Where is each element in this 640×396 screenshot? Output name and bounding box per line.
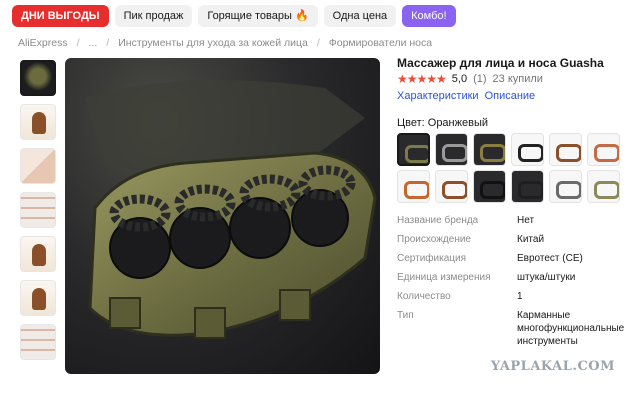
tab-benefit-days[interactable]: ДНИ ВЫГОДЫ <box>12 5 109 27</box>
description-link[interactable]: Описание <box>485 90 536 102</box>
rating-row: ★★★★★ 5,0 (1) 23 купили <box>397 72 543 86</box>
star-rating-icon: ★★★★★ <box>397 72 447 86</box>
color-swatch[interactable] <box>397 170 430 203</box>
spec-key: Сертификация <box>397 253 466 264</box>
fire-icon: 🔥 <box>294 10 309 22</box>
spec-key: Количество <box>397 291 451 302</box>
color-swatch[interactable] <box>587 170 620 203</box>
spec-row: Происхождение Китай <box>397 233 637 246</box>
color-swatch[interactable] <box>549 133 582 166</box>
spec-value: 1 <box>517 291 523 302</box>
main-product-image[interactable] <box>65 58 380 374</box>
color-swatch[interactable] <box>435 170 468 203</box>
color-label: Цвет: Оранжевый <box>397 117 488 129</box>
color-swatch[interactable] <box>473 170 506 203</box>
watermark: YAPLAKAL.COM <box>490 359 615 374</box>
promo-tabs: ДНИ ВЫГОДЫ Пик продаж Горящие товары 🔥 О… <box>12 5 456 27</box>
color-swatches <box>397 133 627 203</box>
rating-value: 5,0 <box>451 73 468 85</box>
color-swatch[interactable] <box>397 133 430 166</box>
thumbnail-list <box>20 60 58 368</box>
color-swatch[interactable] <box>473 133 506 166</box>
thumbnail-7[interactable] <box>20 324 56 360</box>
thumbnail-6[interactable] <box>20 280 56 316</box>
reviews-count[interactable]: (1) <box>473 73 486 85</box>
color-swatch[interactable] <box>511 170 544 203</box>
breadcrumb: AliExpress / ... / Инструменты для ухода… <box>18 37 432 49</box>
tab-peak-sales[interactable]: Пик продаж <box>114 5 193 27</box>
product-title: Массажер для лица и носа Guasha <box>397 56 604 70</box>
thumbnail-1[interactable] <box>20 60 56 96</box>
spec-row: Единица измерения штука/штуки <box>397 271 637 284</box>
breadcrumb-separator: / <box>106 37 110 49</box>
breadcrumb-ellipsis[interactable]: ... <box>89 37 98 49</box>
spec-value: штука/штуки <box>517 272 576 283</box>
spec-key: Единица измерения <box>397 272 491 283</box>
breadcrumb-separator: / <box>76 37 80 49</box>
specs-link[interactable]: Характеристики <box>397 90 479 102</box>
color-swatch[interactable] <box>435 133 468 166</box>
sold-count: 23 купили <box>492 73 543 85</box>
spec-value: Карманные многофункциональные инструмент… <box>517 310 625 347</box>
breadcrumb-separator: / <box>316 37 320 49</box>
spec-key: Тип <box>397 310 414 321</box>
tab-one-price[interactable]: Одна цена <box>323 5 397 27</box>
thumbnail-3[interactable] <box>20 148 56 184</box>
spec-key: Происхождение <box>397 234 471 245</box>
spec-table: Название бренда Нет Происхождение Китай Серт… <box>397 214 637 354</box>
spec-row: Тип Карманные многофункциональные инструм… <box>397 309 637 348</box>
spec-row: Сертификация Евротест (CE) <box>397 252 637 265</box>
brass-knuckles-illustration <box>85 80 377 339</box>
thumbnail-4[interactable] <box>20 192 56 228</box>
spec-row: Название бренда Нет <box>397 214 637 227</box>
breadcrumb-home[interactable]: AliExpress <box>18 37 68 49</box>
tab-hot-deals-label: Горящие товары <box>207 10 292 22</box>
spec-value: Евротест (CE) <box>517 253 583 264</box>
color-swatch[interactable] <box>587 133 620 166</box>
tab-combo[interactable]: Комбо! <box>402 5 456 27</box>
color-swatch[interactable] <box>511 133 544 166</box>
spec-key: Название бренда <box>397 215 479 226</box>
thumbnail-5[interactable] <box>20 236 56 272</box>
product-links: Характеристики Описание <box>397 90 535 102</box>
tab-hot-deals[interactable]: Горящие товары 🔥 <box>198 5 318 27</box>
spec-value: Китай <box>517 234 545 245</box>
thumbnail-2[interactable] <box>20 104 56 140</box>
breadcrumb-subcategory[interactable]: Формирователи носа <box>329 37 432 49</box>
color-swatch[interactable] <box>549 170 582 203</box>
breadcrumb-category[interactable]: Инструменты для ухода за кожей лица <box>118 37 308 49</box>
spec-row: Количество 1 <box>397 290 637 303</box>
spec-value: Нет <box>517 215 535 226</box>
